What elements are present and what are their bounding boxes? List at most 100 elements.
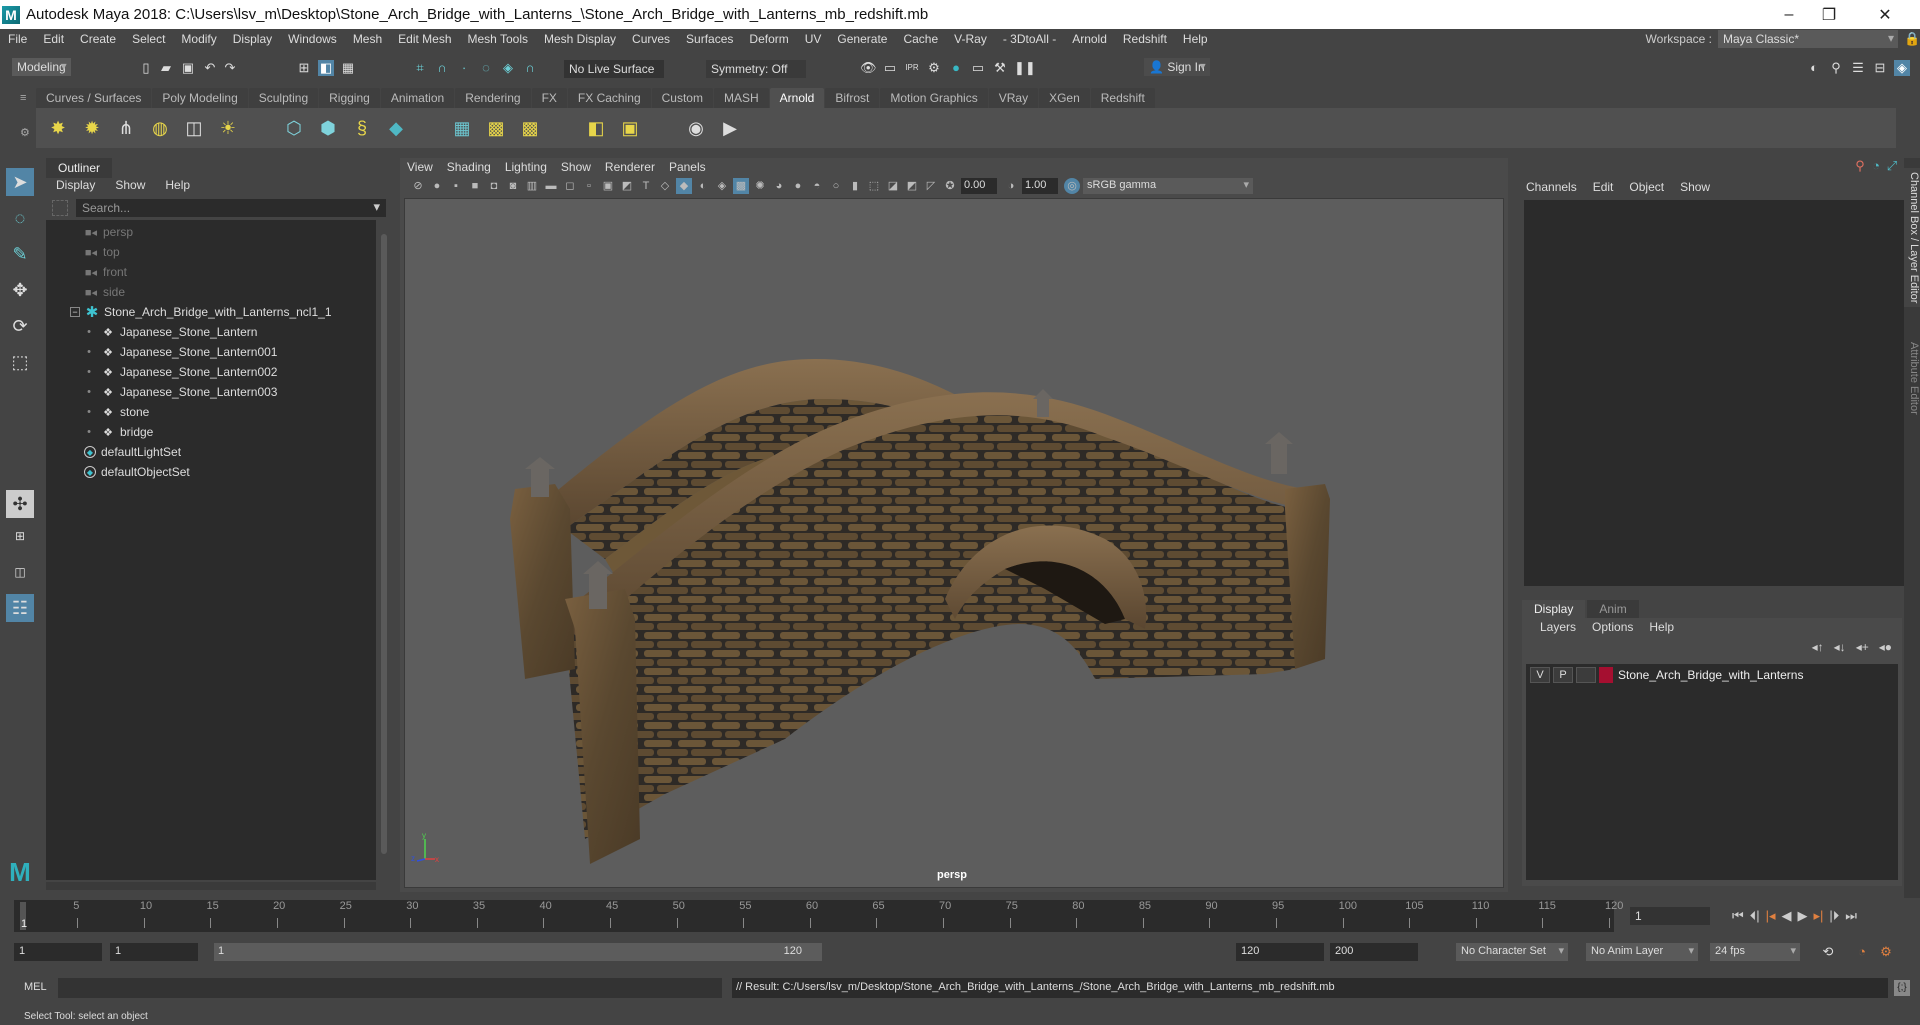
play-backwards-icon[interactable]: ◀ — [1782, 908, 1792, 924]
outliner-vertical-scrollbar[interactable] — [379, 220, 389, 880]
channel-box-menu-edit[interactable]: Edit — [1593, 180, 1624, 194]
close-button[interactable]: ✕ — [1862, 0, 1908, 29]
photometric-light-icon[interactable]: ⋔ — [114, 114, 138, 142]
script-editor-icon[interactable]: {;} — [1894, 980, 1910, 996]
select-component-icon[interactable]: ▦ — [340, 60, 356, 76]
outliner-item-top[interactable]: ■◂ top — [84, 242, 120, 262]
export-standin-icon[interactable]: ⬢ — [316, 114, 340, 142]
shadows-icon[interactable]: ◕ — [771, 178, 787, 194]
bookmark-icon[interactable]: ▪ — [448, 178, 464, 194]
menu-select[interactable]: Select — [124, 32, 173, 46]
outliner-tab[interactable]: Outliner — [46, 158, 113, 178]
speed-icon[interactable]: ◔ — [1868, 158, 1884, 174]
xray-components-icon[interactable]: ◸ — [923, 178, 939, 194]
wireframe-on-shaded-icon[interactable]: ◈ — [714, 178, 730, 194]
light-linking-icon[interactable]: ▣ — [618, 114, 642, 142]
render-current-icon[interactable]: ▭ — [882, 60, 898, 76]
four-view-layout-icon[interactable]: ⊞ — [6, 522, 34, 550]
layer-menu-options[interactable]: Options — [1584, 620, 1641, 634]
menu-3dtoall[interactable]: - 3DtoAll - — [995, 32, 1064, 46]
ipr-render-icon[interactable]: IPR — [904, 60, 920, 76]
menu-edit-mesh[interactable]: Edit Mesh — [390, 32, 459, 46]
outliner-menu-help[interactable]: Help — [155, 178, 200, 192]
step-forward-key-icon[interactable]: ▸| — [1814, 908, 1824, 924]
isolate-select-icon[interactable]: ⬚ — [866, 178, 882, 194]
layer-menu-layers[interactable]: Layers — [1532, 620, 1584, 634]
snap-surface-icon[interactable]: ◈ — [500, 60, 516, 76]
layer-editor-toggle-icon[interactable]: ◈ — [1894, 60, 1910, 76]
menu-generate[interactable]: Generate — [829, 32, 895, 46]
outliner-horizontal-scrollbar[interactable] — [46, 882, 376, 890]
shelf-tab-curves-surfaces[interactable]: Curves / Surfaces — [36, 88, 152, 108]
channel-box-toggle-icon[interactable]: ⊟ — [1872, 60, 1888, 76]
menu-file[interactable]: File — [0, 32, 35, 46]
screen-space-ao-icon[interactable]: ● — [790, 178, 806, 194]
step-back-frame-icon[interactable]: ⏴| — [1750, 908, 1760, 924]
move-layer-up-icon[interactable]: ◂↑ — [1812, 640, 1824, 654]
channel-box-menu-object[interactable]: Object — [1629, 180, 1674, 194]
mesh-light-icon[interactable]: ✹ — [80, 114, 104, 142]
manipulator-icon[interactable]: ⚲ — [1852, 158, 1868, 174]
shelf-tab-vray[interactable]: VRay — [988, 88, 1039, 108]
menu-redshift[interactable]: Redshift — [1115, 32, 1175, 46]
menu-vray[interactable]: V-Ray — [946, 32, 995, 46]
safe-title-icon[interactable]: T — [638, 178, 654, 194]
light-manager-icon[interactable]: ◧ — [584, 114, 608, 142]
wireframe-icon[interactable]: ◇ — [657, 178, 673, 194]
use-all-lights-icon[interactable]: ✺ — [752, 178, 768, 194]
lock-icon[interactable]: 🔒 — [1904, 31, 1920, 47]
shelf-tab-animation[interactable]: Animation — [380, 88, 455, 108]
render-sequence-icon[interactable]: ▶ — [718, 114, 742, 142]
live-surface-field[interactable]: No Live Surface — [564, 60, 664, 78]
exposure-icon[interactable]: ✪ — [942, 178, 958, 194]
layer-tab-anim[interactable]: Anim — [1587, 600, 1639, 618]
channel-box-menu-channels[interactable]: Channels — [1526, 180, 1587, 194]
viewport-menu-lighting[interactable]: Lighting — [498, 160, 554, 174]
fps-dropdown[interactable]: 24 fps — [1710, 943, 1800, 961]
outliner-item-persp[interactable]: ■◂ persp — [84, 222, 133, 242]
shelf-tab-bifrost[interactable]: Bifrost — [825, 88, 880, 108]
redo-icon[interactable]: ↷ — [222, 60, 238, 76]
2d-pan-zoom-icon[interactable]: ◘ — [486, 178, 502, 194]
undo-icon[interactable]: ↶ — [202, 60, 218, 76]
scrollbar-thumb[interactable] — [381, 234, 387, 854]
smooth-shade-icon[interactable]: ◆ — [676, 178, 692, 194]
menu-arnold[interactable]: Arnold — [1064, 32, 1115, 46]
film-gate-icon[interactable]: ▬ — [543, 178, 559, 194]
menu-edit[interactable]: Edit — [35, 32, 72, 46]
anim-layer-dropdown[interactable]: No Anim Layer — [1586, 943, 1698, 961]
step-forward-frame-icon[interactable]: |⏵ — [1829, 908, 1839, 924]
shelf-tab-arnold[interactable]: Arnold — [769, 88, 825, 108]
shelf-tab-fx[interactable]: FX — [531, 88, 567, 108]
lasso-tool-icon[interactable]: ◌ — [6, 204, 34, 232]
outliner-item-default-object-set[interactable]: ◆ defaultObjectSet — [84, 462, 190, 482]
exposure-field[interactable]: 0.00 — [961, 178, 997, 194]
menu-modify[interactable]: Modify — [173, 32, 224, 46]
anti-aliasing-icon[interactable]: ○ — [828, 178, 844, 194]
menu-mesh-tools[interactable]: Mesh Tools — [460, 32, 536, 46]
attribute-editor-toggle-icon[interactable]: ⚲ — [1828, 60, 1844, 76]
hyper-icon[interactable]: ⤢ — [1884, 158, 1900, 174]
shelf-tab-redshift[interactable]: Redshift — [1090, 88, 1155, 108]
menu-display[interactable]: Display — [225, 32, 280, 46]
new-scene-icon[interactable]: ▯ — [138, 60, 154, 76]
shelf-tab-sculpting[interactable]: Sculpting — [248, 88, 319, 108]
select-hierarchy-icon[interactable]: ⊞ — [296, 60, 312, 76]
outliner-item-lantern003[interactable]: • ❖ Japanese_Stone_Lantern003 — [82, 382, 277, 402]
mel-label[interactable]: MEL — [24, 981, 47, 993]
area-light-icon[interactable]: ✸ — [46, 114, 70, 142]
shelf-tab-custom[interactable]: Custom — [651, 88, 713, 108]
paint-select-tool-icon[interactable]: ✎ — [6, 240, 34, 268]
command-input[interactable] — [58, 978, 722, 998]
snap-curve-icon[interactable]: ∩ — [434, 60, 450, 76]
layer-tab-display[interactable]: Display — [1522, 600, 1586, 618]
menu-mesh-display[interactable]: Mesh Display — [536, 32, 624, 46]
xray-joints-icon[interactable]: ◩ — [904, 178, 920, 194]
shelf-tab-fx-caching[interactable]: FX Caching — [567, 88, 651, 108]
textured-icon[interactable]: ▩ — [733, 178, 749, 194]
shelf-tab-mash[interactable]: MASH — [713, 88, 769, 108]
shelf-menu-icon[interactable]: ≡ — [20, 92, 32, 104]
menu-create[interactable]: Create — [72, 32, 124, 46]
select-object-icon[interactable]: ◧ — [318, 60, 334, 76]
safe-action-icon[interactable]: ◩ — [619, 178, 635, 194]
